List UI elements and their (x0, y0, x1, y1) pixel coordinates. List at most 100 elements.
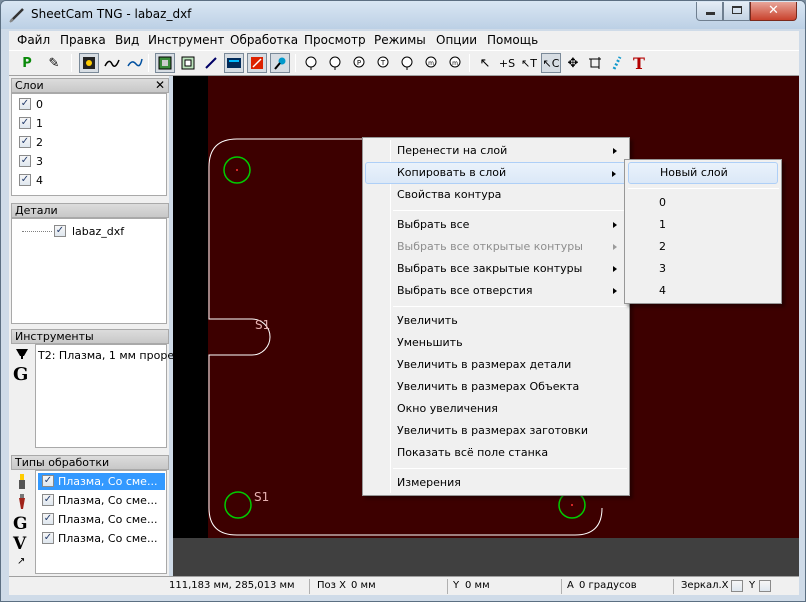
show-leads-icon[interactable] (201, 53, 221, 73)
detail-item[interactable]: labaz_dxf (72, 225, 124, 238)
show-rapids-icon[interactable] (125, 53, 145, 73)
operation-3-label[interactable]: Плазма, Со сме... (58, 513, 157, 526)
menu-item-label: Увеличить в размерах заготовки (397, 424, 589, 437)
edit-notes-icon[interactable]: ✎ (44, 53, 64, 73)
menu-view-mode[interactable]: Просмотр (304, 33, 366, 47)
submenu-layer-3[interactable]: 3 (627, 258, 779, 280)
move-icon[interactable]: ✥ (563, 53, 583, 73)
layer-4-checkbox[interactable]: ✓ (19, 174, 31, 186)
submenu-item-label: 1 (659, 218, 666, 231)
show-tool-icon[interactable] (270, 53, 290, 73)
operation-3-checkbox[interactable]: ✓ (42, 513, 54, 525)
menu-item-move-to-layer[interactable]: Перенести на слой (365, 140, 627, 162)
show-parts-icon[interactable] (79, 53, 99, 73)
mirror-y-checkbox[interactable] (759, 580, 771, 592)
close-button[interactable]: ✕ (750, 2, 797, 21)
close-panel-icon[interactable]: ✕ (155, 79, 165, 92)
tree-connector (22, 231, 52, 232)
submenu-arrow-icon (613, 266, 617, 272)
view-rotate-icon[interactable] (397, 53, 417, 73)
status-a-label: A (567, 580, 574, 591)
show-start-icon[interactable] (247, 53, 267, 73)
text-tool-icon[interactable]: ↖T (519, 53, 539, 73)
select-arrow-icon[interactable]: ↖ (475, 53, 495, 73)
view-iso-icon[interactable]: T (373, 53, 393, 73)
gcode-icon[interactable]: G (13, 364, 28, 385)
menu-item-label: Окно увеличения (397, 402, 498, 415)
detail-checkbox[interactable]: ✓ (54, 225, 66, 237)
submenu-layer-0[interactable]: 0 (627, 192, 779, 214)
operation-2-label[interactable]: Плазма, Со сме... (58, 494, 157, 507)
origin-icon[interactable] (585, 53, 605, 73)
layer-0-checkbox[interactable]: ✓ (19, 98, 31, 110)
expand-arrow-icon[interactable]: ↗ (17, 556, 25, 567)
minimize-button[interactable] (696, 2, 723, 21)
tool-item[interactable]: T2: Плазма, 1 мм прорез (38, 349, 180, 362)
operation-2-checkbox[interactable]: ✓ (42, 494, 54, 506)
menu-bar: Файл Правка Вид Инструмент Обработка Про… (9, 31, 799, 50)
show-machine-icon[interactable] (224, 53, 244, 73)
menu-tool[interactable]: Инструмент (148, 33, 224, 47)
layer-2-checkbox[interactable]: ✓ (19, 136, 31, 148)
svg-text:m: m (452, 60, 458, 67)
menu-item-contour-properties[interactable]: Свойства контура (365, 184, 627, 206)
set-start-icon[interactable]: +S (497, 53, 517, 73)
menu-edit[interactable]: Правка (60, 33, 106, 47)
menu-item-zoom-in[interactable]: Увеличить (365, 310, 627, 332)
show-sheet-icon[interactable] (155, 53, 175, 73)
view-top-icon[interactable] (301, 53, 321, 73)
show-outline-icon[interactable] (178, 53, 198, 73)
submenu-layer-1[interactable]: 1 (627, 214, 779, 236)
operation-1-label[interactable]: Плазма, Со сме... (58, 475, 157, 488)
menu-item-measure[interactable]: Измерения (365, 472, 627, 494)
operation-4-label[interactable]: Плазма, Со сме... (58, 532, 157, 545)
menu-item-select-closed[interactable]: Выбрать все закрытые контуры (365, 258, 627, 280)
menu-item-zoom-object[interactable]: Увеличить в размерах Объекта (365, 376, 627, 398)
menu-item-zoom-out[interactable]: Уменьшить (365, 332, 627, 354)
menu-item-show-machine[interactable]: Показать всё поле станка (365, 442, 627, 464)
menu-machining[interactable]: Обработка (230, 33, 298, 47)
submenu-arrow-icon (613, 148, 617, 154)
torch-operation-icon[interactable] (17, 474, 27, 490)
maximize-button[interactable] (723, 2, 750, 21)
operations-panel-title: Типы обработки (15, 456, 110, 469)
menu-item-zoom-part[interactable]: Увеличить в размерах детали (365, 354, 627, 376)
submenu-layer-2[interactable]: 2 (627, 236, 779, 258)
plasma-torch-icon[interactable] (15, 348, 29, 360)
menu-item-select-all[interactable]: Выбрать все (365, 214, 627, 236)
show-paths-icon[interactable] (102, 53, 122, 73)
view-pan-icon[interactable]: m (445, 53, 465, 73)
submenu-new-layer[interactable]: Новый слой (628, 162, 778, 184)
menu-view[interactable]: Вид (115, 33, 139, 47)
menu-file[interactable]: Файл (17, 33, 50, 47)
operation-1-checkbox[interactable]: ✓ (42, 475, 54, 487)
menu-item-select-open: Выбрать все открытые контуры (365, 236, 627, 258)
view-zoom-icon[interactable]: m (421, 53, 441, 73)
menu-options[interactable]: Опции (436, 33, 477, 47)
menu-item-label: Уменьшить (397, 336, 463, 349)
gcode-operation-icon[interactable]: G (13, 514, 28, 534)
menu-item-zoom-window[interactable]: Окно увеличения (365, 398, 627, 420)
menu-item-select-holes[interactable]: Выбрать все отверстия (365, 280, 627, 302)
tabs-icon[interactable] (607, 53, 627, 73)
menu-help[interactable]: Помощь (487, 33, 538, 47)
text-insert-icon[interactable]: T (629, 53, 649, 73)
menu-modes[interactable]: Режимы (374, 33, 426, 47)
menu-item-copy-to-layer[interactable]: Копировать в слой (365, 162, 627, 184)
view-side-icon[interactable]: P (349, 53, 369, 73)
drill-operation-icon[interactable] (17, 494, 27, 510)
view-front-icon[interactable] (325, 53, 345, 73)
submenu-layer-4[interactable]: 4 (627, 280, 779, 302)
layer-3-label: 3 (36, 155, 43, 168)
layer-3-checkbox[interactable]: ✓ (19, 155, 31, 167)
mirror-x-checkbox[interactable] (731, 580, 743, 592)
layer-1-checkbox[interactable]: ✓ (19, 117, 31, 129)
details-tree: ✓ labaz_dxf (11, 218, 167, 324)
left-pane: Слои ✕ ✓ 0 ✓ 1 ✓ 2 ✓ 3 ✓ 4 Детали ✓ laba… (9, 76, 180, 576)
vcarve-operation-icon[interactable]: V (13, 534, 26, 554)
post-process-icon[interactable]: P (17, 53, 37, 73)
select-contour-icon[interactable]: ↖C (541, 53, 561, 73)
menu-item-zoom-sheet[interactable]: Увеличить в размерах заготовки (365, 420, 627, 442)
operation-4-checkbox[interactable]: ✓ (42, 532, 54, 544)
operations-panel-header: Типы обработки (11, 455, 169, 470)
